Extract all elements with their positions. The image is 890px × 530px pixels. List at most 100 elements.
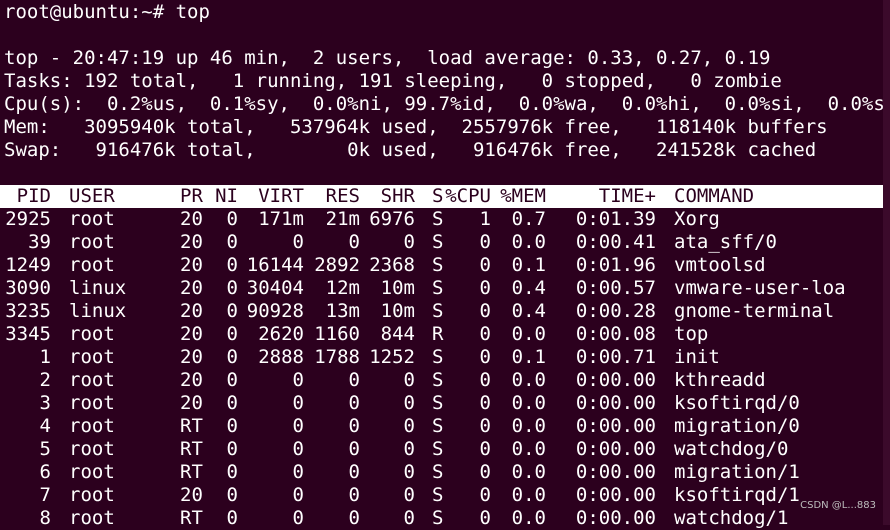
column-header-ni: NI xyxy=(215,185,238,207)
shr-cell: 0 xyxy=(403,392,415,414)
mem-cell: 0.7 xyxy=(511,208,546,230)
user-cell: root xyxy=(69,323,115,345)
state-cell: S xyxy=(432,369,444,391)
column-header-shr: SHR xyxy=(380,185,415,207)
ni-cell: 0 xyxy=(226,507,238,529)
cpu-cell: 1 xyxy=(479,208,491,230)
command-cell: migration/0 xyxy=(674,415,800,437)
pid-cell: 1 xyxy=(39,346,51,368)
cpu-cell: 0 xyxy=(479,254,491,276)
virt-cell: 0 xyxy=(292,461,304,483)
pid-cell: 3345 xyxy=(5,323,51,345)
virt-cell: 2888 xyxy=(258,346,304,368)
res-cell: 0 xyxy=(348,507,360,529)
scrollbar[interactable] xyxy=(883,0,890,525)
command-cell: top xyxy=(674,323,709,345)
column-header-time: TIME+ xyxy=(598,185,656,207)
pr-cell: 20 xyxy=(180,484,203,506)
virt-cell: 90928 xyxy=(246,300,304,322)
mem-cell: 0.0 xyxy=(511,369,546,391)
cpu-cell: 0 xyxy=(479,415,491,437)
process-row: 8 root RT 0 0 0 0 S 0 0.0 0:00.00 watchdog/1 xyxy=(0,507,883,530)
time-cell: 0:00.41 xyxy=(575,231,656,253)
column-header-pid: PID xyxy=(16,185,51,207)
cpu-cell: 0 xyxy=(479,392,491,414)
virt-cell: 2620 xyxy=(258,323,304,345)
command-cell: Xorg xyxy=(674,208,720,230)
state-cell: S xyxy=(432,231,444,253)
command-cell: vmtoolsd xyxy=(674,254,766,276)
user-cell: root xyxy=(69,507,115,529)
shr-cell: 0 xyxy=(403,415,415,437)
pr-cell: 20 xyxy=(180,277,203,299)
virt-cell: 16144 xyxy=(246,254,304,276)
command-cell: init xyxy=(674,346,720,368)
process-row: 3090 linux 20 0 30404 12m 10m S 0 0.4 0:00.57 vmwar… xyxy=(0,277,883,300)
pid-cell: 5 xyxy=(39,438,51,460)
shr-cell: 0 xyxy=(403,461,415,483)
pid-cell: 3235 xyxy=(5,300,51,322)
res-cell: 0 xyxy=(348,461,360,483)
cpu-cell: 0 xyxy=(479,300,491,322)
mem-cell: 0.1 xyxy=(511,346,546,368)
time-cell: 0:00.00 xyxy=(575,461,656,483)
mem-cell: 0.0 xyxy=(511,438,546,460)
pr-cell: 20 xyxy=(180,392,203,414)
time-cell: 0:00.08 xyxy=(575,323,656,345)
process-row: 1 root 20 0 2888 1788 1252 S 0 0.1 0:00.71 init xyxy=(0,346,883,369)
ni-cell: 0 xyxy=(226,277,238,299)
user-cell: root xyxy=(69,484,115,506)
res-cell: 0 xyxy=(348,415,360,437)
process-row: 6 root RT 0 0 0 0 S 0 0.0 0:00.00 migration/1 xyxy=(0,461,883,484)
res-cell: 0 xyxy=(348,484,360,506)
pid-cell: 6 xyxy=(39,461,51,483)
ni-cell: 0 xyxy=(226,392,238,414)
user-cell: root xyxy=(69,346,115,368)
terminal-window[interactable]: root@ubuntu:~# top top - 20:47:19 up 46 … xyxy=(0,0,890,529)
ni-cell: 0 xyxy=(226,254,238,276)
command-cell: migration/1 xyxy=(674,461,800,483)
time-cell: 0:00.00 xyxy=(575,392,656,414)
res-cell: 0 xyxy=(348,438,360,460)
shell-prompt: root@ubuntu:~# top xyxy=(4,1,210,23)
pr-cell: 20 xyxy=(180,323,203,345)
cpu-cell: 0 xyxy=(479,507,491,529)
virt-cell: 0 xyxy=(292,438,304,460)
time-cell: 0:00.00 xyxy=(575,438,656,460)
virt-cell: 171m xyxy=(258,208,304,230)
column-header-pr: PR xyxy=(180,185,203,207)
shr-cell: 1252 xyxy=(369,346,415,368)
mem-line: Mem: 3095940k total, 537964k used, 25579… xyxy=(4,116,828,138)
pr-cell: 20 xyxy=(180,231,203,253)
cpu-cell: 0 xyxy=(479,438,491,460)
pr-cell: 20 xyxy=(180,369,203,391)
watermark: CSDN @L...883 xyxy=(800,500,876,511)
state-cell: S xyxy=(432,415,444,437)
shr-cell: 0 xyxy=(403,231,415,253)
ni-cell: 0 xyxy=(226,231,238,253)
cpu-cell: 0 xyxy=(479,346,491,368)
column-header-state: S xyxy=(432,185,444,207)
state-cell: S xyxy=(432,208,444,230)
uptime-line: top - 20:47:19 up 46 min, 2 users, load … xyxy=(4,47,771,69)
cpu-line: Cpu(s): 0.2%us, 0.1%sy, 0.0%ni, 99.7%id,… xyxy=(4,93,890,115)
state-cell: S xyxy=(432,438,444,460)
column-header-virt: VIRT xyxy=(258,185,304,207)
state-cell: S xyxy=(432,254,444,276)
virt-cell: 0 xyxy=(292,507,304,529)
command-cell: ksoftirqd/1 xyxy=(674,484,800,506)
state-cell: R xyxy=(432,323,444,345)
column-header-command: COMMAND xyxy=(674,185,755,207)
res-cell: 21m xyxy=(325,208,360,230)
user-cell: root xyxy=(69,461,115,483)
column-header-cpu: %CPU xyxy=(445,185,491,207)
pid-cell: 39 xyxy=(28,231,51,253)
command-cell: ata_sff/0 xyxy=(674,231,777,253)
shr-cell: 2368 xyxy=(369,254,415,276)
res-cell: 1160 xyxy=(314,323,360,345)
column-header-mem: %MEM xyxy=(500,185,546,207)
user-cell: linux xyxy=(69,300,127,322)
pid-cell: 2925 xyxy=(5,208,51,230)
ni-cell: 0 xyxy=(226,208,238,230)
process-row: 2 root 20 0 0 0 0 S 0 0.0 0:00.00 kthreadd xyxy=(0,369,883,392)
